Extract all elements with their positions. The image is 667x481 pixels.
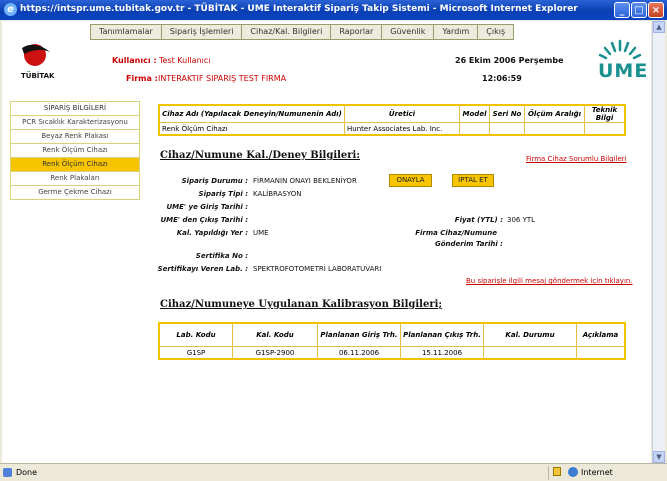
- siparis-tipi-value: KALİBRASYON: [253, 190, 302, 198]
- col-header: Teknik Bilgi: [584, 104, 626, 123]
- sidebar-item-pcr[interactable]: PCR Sıcaklık Karakterizasyonu: [10, 116, 140, 130]
- scroll-down-arrow-icon[interactable]: ▼: [653, 451, 665, 463]
- firma-cihaz-numune-label: Firma Cihaz/Numune: [415, 229, 497, 237]
- table-cell: [489, 122, 525, 136]
- table-cell: [524, 122, 585, 136]
- section-title-kalibrasyon: Cihaz/Numuneye Uygulanan Kalibrasyon Bil…: [160, 299, 443, 310]
- kullanici-value: Test Kullanıcı: [159, 56, 211, 65]
- sidebar-item-beyaz-renk-plakasi[interactable]: Beyaz Renk Plakası: [10, 130, 140, 144]
- col-header: Ölçüm Aralığı: [524, 104, 585, 123]
- col-header: Planlanan Çıkış Trh.: [400, 322, 484, 347]
- scroll-up-arrow-icon[interactable]: ▲: [653, 21, 665, 33]
- table-row: G1SP G1SP-2900 06.11.2006 15.11.2006: [158, 346, 626, 360]
- sertifika-no-label: Sertifika No :: [195, 252, 248, 260]
- ume-giris-tarihi-label: UME' ye Giriş Tarihi :: [166, 203, 249, 211]
- page-viewport: [2, 21, 665, 463]
- sidebar-item-renk-olcum-cihazi-1[interactable]: Renk Ölçüm Cihazı: [10, 144, 140, 158]
- window-titlebar: e https://intspr.ume.tubitak.gov.tr - TÜ…: [0, 0, 667, 20]
- status-bar: Done Internet: [0, 463, 667, 481]
- table-cell: G1SP-2900: [232, 346, 318, 360]
- kal-yapildigi-yer-value: UME: [253, 229, 269, 237]
- table-cell: 06.11.2006: [317, 346, 401, 360]
- tubitak-logo-text: TÜBİTAK: [21, 72, 55, 80]
- menu-yardim[interactable]: Yardım: [433, 24, 479, 40]
- sertifika-lab-label: Sertifikayı Veren Lab. :: [157, 265, 248, 273]
- iptal-et-button[interactable]: İPTAL ET: [452, 174, 494, 187]
- col-header: Model: [459, 104, 490, 123]
- device-table: Cihaz Adı (Yapılacak Deneyin/Numunenin A…: [158, 104, 626, 136]
- onayla-button[interactable]: ONAYLA: [389, 174, 432, 187]
- status-zone-text: Internet: [581, 468, 613, 477]
- table-cell: G1SP: [158, 346, 233, 360]
- current-time: 12:06:59: [482, 74, 522, 83]
- siparis-durumu-value: FİRMANIN ONAYI BEKLENİYOR: [253, 177, 357, 185]
- status-divider: [548, 466, 549, 480]
- current-date: 26 Ekim 2006 Perşembe: [455, 56, 564, 65]
- menu-cikis[interactable]: Çıkış: [477, 24, 515, 40]
- col-header: Kal. Kodu: [232, 322, 318, 347]
- col-header: Seri No: [489, 104, 525, 123]
- section-title-kal-deney: Cihaz/Numune Kal./Deney Bilgileri:: [160, 150, 361, 161]
- table-header-row: Lab. Kodu Kal. Kodu Planlanan Giriş Trh.…: [158, 322, 626, 347]
- sidebar: SİPARİŞ BİLGİLERİ PCR Sıcaklık Karakteri…: [10, 101, 140, 200]
- minimize-button[interactable]: _: [614, 2, 630, 18]
- sidebar-header: SİPARİŞ BİLGİLERİ: [10, 101, 140, 116]
- vertical-scrollbar[interactable]: ▲ ▼: [652, 21, 665, 463]
- ume-cikis-tarihi-label: UME' den Çıkış Tarihi :: [160, 216, 248, 224]
- table-cell: 15.11.2006: [400, 346, 484, 360]
- window-title: https://intspr.ume.tubitak.gov.tr - TÜBİ…: [20, 4, 578, 14]
- internet-zone-icon: [568, 467, 578, 477]
- fiyat-label: Fiyat (YTL) :: [454, 216, 503, 224]
- table-cell: Hunter Associates Lab. Inc.: [344, 122, 460, 136]
- calibration-table: Lab. Kodu Kal. Kodu Planlanan Giriş Trh.…: [158, 322, 626, 360]
- siparis-tipi-label: Sipariş Tipi :: [198, 190, 248, 198]
- col-header: Kal. Durumu: [483, 322, 577, 347]
- maximize-button[interactable]: □: [631, 2, 647, 18]
- sidebar-item-renk-plakalari[interactable]: Renk Plakaları: [10, 172, 140, 186]
- internet-explorer-icon: e: [4, 3, 17, 16]
- sertifika-lab-value: SPEKTROFOTOMETRİ LABORATUVARI: [253, 265, 382, 273]
- table-row: Renk Ölçüm Cihazı Hunter Associates Lab.…: [158, 122, 626, 136]
- sidebar-item-renk-olcum-cihazi-2[interactable]: Renk Ölçüm Cihazı: [10, 158, 140, 172]
- mesaj-gonder-link[interactable]: Bu siparişle ilgili mesaj göndermek için…: [466, 277, 633, 285]
- fiyat-value: 306 YTL: [507, 216, 536, 224]
- status-text: Done: [16, 468, 38, 477]
- firma-cihaz-sorumlu-link[interactable]: Firma Cihaz Sorumlu Bilgileri: [526, 155, 627, 163]
- menu-siparis-islemleri[interactable]: Sipariş İşlemleri: [160, 24, 243, 40]
- kullanici-label: Kullanıcı :: [112, 56, 157, 65]
- gonderim-tarihi-label: Gönderim Tarihi :: [434, 240, 503, 248]
- lock-icon: [553, 467, 561, 476]
- col-header: Planlanan Giriş Trh.: [317, 322, 401, 347]
- table-cell: [584, 122, 626, 136]
- menu-guvenlik[interactable]: Güvenlik: [381, 24, 435, 40]
- firma-label: Firma :: [126, 74, 158, 83]
- menu-cihaz-kal-bilgileri[interactable]: Cihaz/Kal. Bilgileri: [241, 24, 332, 40]
- col-header: Üretici: [344, 104, 460, 123]
- table-cell: Renk Ölçüm Cihazı: [158, 122, 345, 136]
- main-menu: Tanımlamalar Sipariş İşlemleri Cihaz/Kal…: [90, 24, 515, 40]
- col-header: Lab. Kodu: [158, 322, 233, 347]
- page-done-icon: [3, 468, 12, 477]
- ume-logo-text: UME: [598, 60, 649, 82]
- table-cell: [576, 346, 626, 360]
- sidebar-item-germe-cekme-cihazi[interactable]: Germe Çekme Cihazı: [10, 186, 140, 200]
- menu-tanimlamalar[interactable]: Tanımlamalar: [90, 24, 162, 40]
- menu-raporlar[interactable]: Raporlar: [330, 24, 383, 40]
- siparis-durumu-label: Sipariş Durumu :: [181, 177, 248, 185]
- table-cell: [459, 122, 490, 136]
- table-cell: [483, 346, 577, 360]
- col-header: Cihaz Adı (Yapılacak Deneyin/Numunenin A…: [158, 104, 345, 123]
- firma-value: INTERAKTIF SIPARIŞ TEST FIRMA: [158, 74, 287, 83]
- kal-yapildigi-yer-label: Kal. Yapıldığı Yer :: [176, 229, 248, 237]
- close-button[interactable]: ×: [648, 2, 664, 18]
- table-header-row: Cihaz Adı (Yapılacak Deneyin/Numunenin A…: [158, 104, 626, 123]
- col-header: Açıklama: [576, 322, 626, 347]
